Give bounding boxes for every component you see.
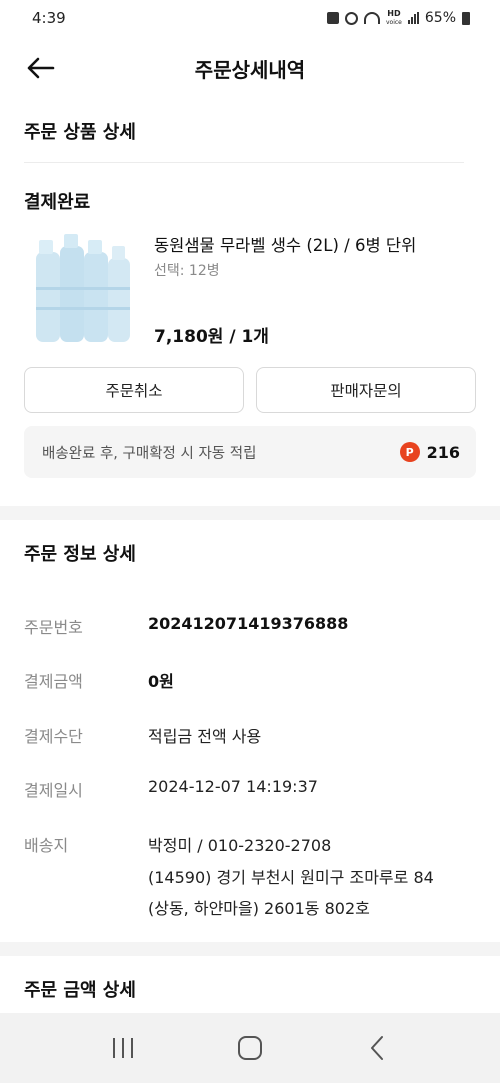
point-value: 216 (426, 442, 460, 462)
payment-amount-value: 0원 (148, 672, 174, 691)
back-button[interactable] (22, 52, 58, 84)
battery-percent: 65% (424, 10, 456, 26)
order-product-section-title: 주문 상품 상세 (24, 122, 136, 143)
status-bar: 4:39 HD voice 65% (0, 0, 500, 36)
amount-section-title: 주문 금액 상세 (24, 980, 136, 1001)
recent-apps-icon (113, 1038, 134, 1058)
seller-inquiry-button[interactable]: 판매자문의 (256, 367, 476, 413)
payment-method-value: 적립금 전액 사용 (148, 727, 262, 746)
product-price: 7,180원 / 1개 (154, 327, 269, 347)
cancel-order-button[interactable]: 주문취소 (24, 367, 244, 413)
system-nav-bar (0, 1013, 500, 1083)
back-arrow-icon (27, 57, 55, 79)
point-notice-text: 배송완료 후, 구매확정 시 자동 적립 (42, 445, 257, 462)
order-info-section-title: 주문 정보 상세 (24, 544, 136, 565)
order-number-value: 20241207141937​6888 (148, 614, 349, 633)
payment-date-label: 결제일시 (24, 781, 83, 800)
wifi-icon (363, 12, 380, 24)
delivery-address-label: 배송지 (24, 836, 69, 855)
system-back-button[interactable] (347, 1026, 407, 1070)
app-header: 주문상세내역 (0, 40, 500, 96)
home-icon (237, 1036, 262, 1060)
delivery-address-line2: (상동, 하얀마을) 2601동 802호 (148, 899, 370, 918)
product-option: 선택: 12병 (154, 263, 220, 279)
section-separator-2 (0, 942, 500, 956)
product-image[interactable] (30, 232, 134, 344)
hd-voice-icon: HD voice (385, 8, 402, 26)
delivery-recipient: 박정미 / 010-2320-2708 (148, 836, 332, 855)
point-notice-box: 배송완료 후, 구매확정 시 자동 적립 P 216 (24, 426, 476, 478)
order-number-label: 주문번호 (24, 618, 83, 637)
signal-icon (407, 12, 419, 24)
section-separator (0, 506, 500, 520)
alarm-icon (344, 11, 358, 25)
point-amount: P 216 (399, 442, 460, 462)
battery-icon (462, 11, 470, 25)
section-divider (24, 162, 464, 163)
status-icons: HD voice 65% (326, 8, 470, 27)
payment-method-label: 결제수단 (24, 727, 83, 746)
status-time: 4:39 (32, 9, 66, 27)
chevron-left-icon (370, 1036, 383, 1060)
recent-apps-button[interactable] (93, 1026, 153, 1070)
home-button[interactable] (220, 1026, 280, 1070)
payment-date-value: 2024-12-07 14:19:37 (148, 777, 318, 796)
delivery-address-line1: (14590) 경기 부천시 원미구 조마루로 84 (148, 868, 434, 887)
order-status: 결제완료 (24, 192, 91, 213)
payment-amount-label: 결제금액 (24, 672, 83, 691)
page-title: 주문상세내역 (194, 57, 306, 82)
point-icon: P (399, 442, 420, 462)
product-name[interactable]: 동원샘물 무라벨 생수 (2L) / 6병 단위 (154, 232, 416, 256)
lock-icon (326, 12, 339, 24)
